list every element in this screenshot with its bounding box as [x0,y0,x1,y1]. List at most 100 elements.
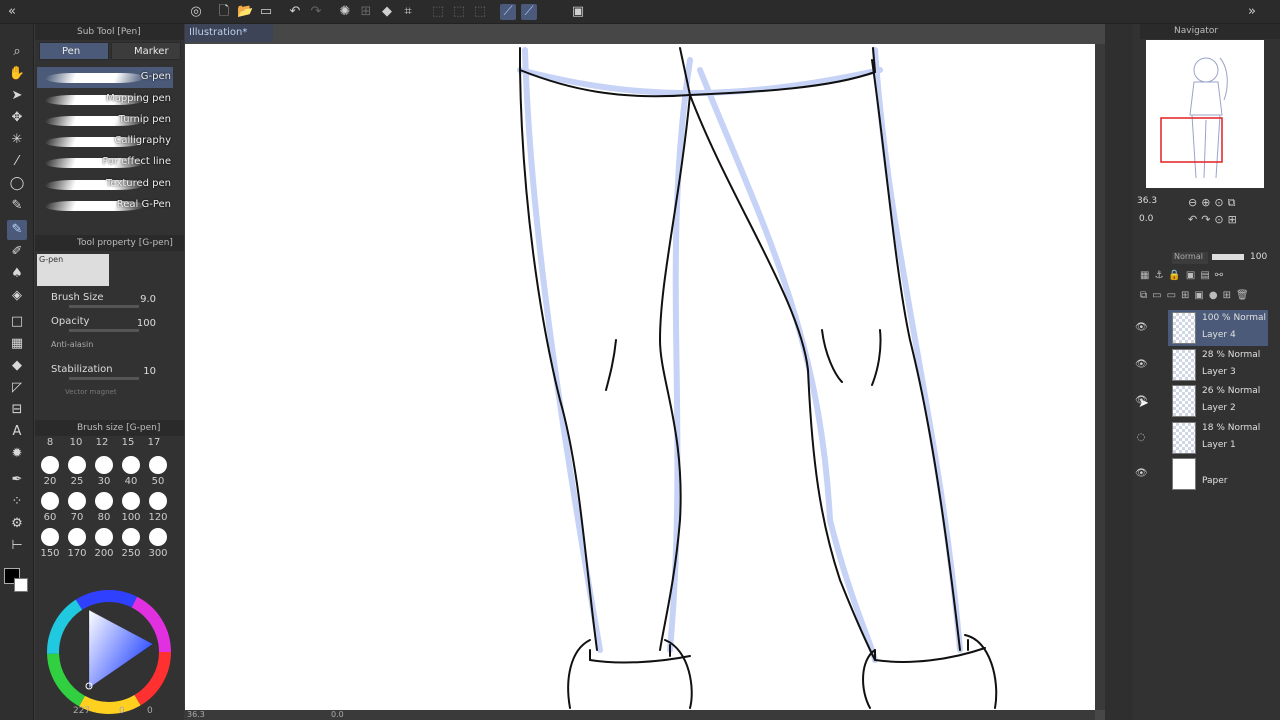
collapse-left-icon[interactable]: « [4,4,20,20]
layer-visibility-icon[interactable]: 👁 [1135,359,1148,371]
brush-size-preset[interactable] [95,528,113,546]
size-label[interactable]: 17 [141,437,167,448]
collapse-right-icon[interactable]: » [1244,4,1260,20]
brush-size-preset[interactable] [122,492,140,510]
navigator-viewport[interactable] [1160,117,1223,163]
brush-size-preset[interactable] [68,528,86,546]
navigator-zoom[interactable]: 36.3 [1137,196,1157,206]
opacity-slider[interactable] [1212,254,1244,260]
preset-preview[interactable]: G-pen [37,254,109,286]
tab-marker[interactable]: Marker [111,42,181,60]
tab-pen[interactable]: Pen [39,42,109,60]
document-tab[interactable]: Illustration* [185,24,273,42]
layer-item[interactable]: Paper [1168,456,1268,492]
shape-tool-icon[interactable]: □ [7,312,27,332]
color-wheel[interactable] [47,590,171,714]
anti-alias-row[interactable]: Anti-alasin [37,338,182,360]
size-label[interactable]: 15 [115,437,141,448]
brush-size-preset[interactable] [41,528,59,546]
layer-visibility-icon[interactable]: 👁 [1135,322,1148,334]
drawing-canvas[interactable] [185,44,1095,710]
figure-tool-icon[interactable]: ◸ [7,378,27,398]
layer-visibility-icon[interactable]: ◌ [1135,432,1147,444]
workspace-icon[interactable]: ▣ [570,4,586,20]
brush-size-preset[interactable] [41,492,59,510]
stabilization-bar[interactable] [69,377,139,380]
crop-icon[interactable]: ⌗ [400,4,416,20]
brush-item[interactable]: Textured pen [37,174,173,195]
frame-tool-icon[interactable]: ⊟ [7,400,27,420]
layer-item[interactable]: 26 % Normal Layer 2 [1168,383,1268,419]
redo-icon[interactable]: ↷ [308,4,324,20]
hand-tool-icon[interactable]: ✋ [7,64,27,84]
status-angle[interactable]: 0.0 [331,710,344,719]
dotted-tool-icon[interactable]: ⁘ [7,492,27,512]
operation-tool-icon[interactable]: ➤ [7,86,27,106]
layer-visibility-icon[interactable]: 👁 [1135,395,1148,407]
layer-item[interactable]: 18 % Normal Layer 1 [1168,420,1268,456]
eraser-tool-icon[interactable]: ◈ [7,286,27,306]
select-icon[interactable]: ⬚ [430,4,446,20]
zoom-tool-icon[interactable]: ⌕ [7,42,27,62]
brush-item[interactable]: Turnip pen [37,110,173,131]
layer-actions[interactable]: ⧉▭▭⊞▣●⊞🗑 [1140,290,1254,301]
brush-size-preset[interactable] [122,528,140,546]
brush-size-preset[interactable] [149,492,167,510]
layer-item[interactable]: 100 % Normal Layer 4 [1168,310,1268,346]
open-file-icon[interactable]: 📂 [237,4,253,20]
settings-tool-icon[interactable]: ⚙ [7,514,27,534]
pen-selected-tool-icon[interactable]: ✎ [7,220,27,240]
brush-item[interactable]: Real G-Pen [37,195,173,216]
app-icon[interactable]: ◎ [188,4,204,20]
brush-item[interactable]: For effect line [37,152,173,173]
new-file-icon[interactable]: 🗋 [216,4,232,20]
fill-icon[interactable]: ◆ [379,4,395,20]
brush-size-preset[interactable] [149,528,167,546]
lasso-tool-icon[interactable]: ◯ [7,174,27,194]
eyedropper-tool-icon[interactable]: ⁄ [7,152,27,172]
size-label[interactable]: 8 [37,437,63,448]
brush-item[interactable]: G-pen [37,67,173,88]
brush-item[interactable]: Mapping pen [37,89,173,110]
brush-size-preset[interactable] [41,456,59,474]
select3-icon[interactable]: ⬚ [472,4,488,20]
navigator-preview[interactable] [1146,40,1264,188]
pen-tool-icon[interactable]: ✎ [7,196,27,216]
layer-item[interactable]: 28 % Normal Layer 3 [1168,347,1268,383]
select2-icon[interactable]: ⬚ [451,4,467,20]
size-label[interactable]: 12 [89,437,115,448]
balloon-tool-icon[interactable]: ✹ [7,444,27,464]
brush-size-preset[interactable] [149,456,167,474]
layer-opacity[interactable]: 100 [1250,252,1267,262]
pencil-tool-icon[interactable]: ✐ [7,242,27,262]
layer-visibility-icon[interactable]: 👁 [1135,468,1148,480]
brush-item[interactable]: Calligraphy [37,131,173,152]
transform-icon[interactable]: ⊞ [358,4,374,20]
stabilization-row[interactable]: Stabilization 10 [37,362,182,384]
status-zoom[interactable]: 36.3 [187,710,205,719]
save-icon[interactable]: ▭ [258,4,274,20]
brush-size-preset[interactable] [122,456,140,474]
snap-special-icon[interactable]: ⟋ [521,4,537,20]
brush-size-preset[interactable] [68,456,86,474]
size-label[interactable]: 10 [63,437,89,448]
layer-tools[interactable]: ▦⚓🔒▣▤⚯ [1140,270,1228,281]
correct-line-tool-icon[interactable]: ✒ [7,470,27,490]
brush-size-preset[interactable] [68,492,86,510]
brush-tool-icon[interactable]: ♠ [7,264,27,284]
brush-size-bar[interactable] [69,305,139,308]
undo-icon[interactable]: ↶ [287,4,303,20]
brush-size-row[interactable]: Brush Size 9.0 [37,290,182,312]
move-layer-tool-icon[interactable]: ✥ [7,108,27,128]
canvas-scrollbar[interactable] [1095,44,1105,710]
ruler-tool-icon[interactable]: ⊢ [7,536,27,556]
opacity-row[interactable]: Opacity 100 [37,314,182,336]
fill-tool-icon[interactable]: ◆ [7,356,27,376]
opacity-bar[interactable] [69,329,139,332]
background-color-swatch[interactable] [14,578,28,592]
auto-select-tool-icon[interactable]: ✳ [7,130,27,150]
brush-size-preset[interactable] [95,492,113,510]
text-tool-icon[interactable]: A [7,422,27,442]
blend-mode-select[interactable]: Normal [1172,252,1208,264]
navigator-rotate-buttons[interactable]: ↶↷⊙⊞ [1188,213,1241,226]
